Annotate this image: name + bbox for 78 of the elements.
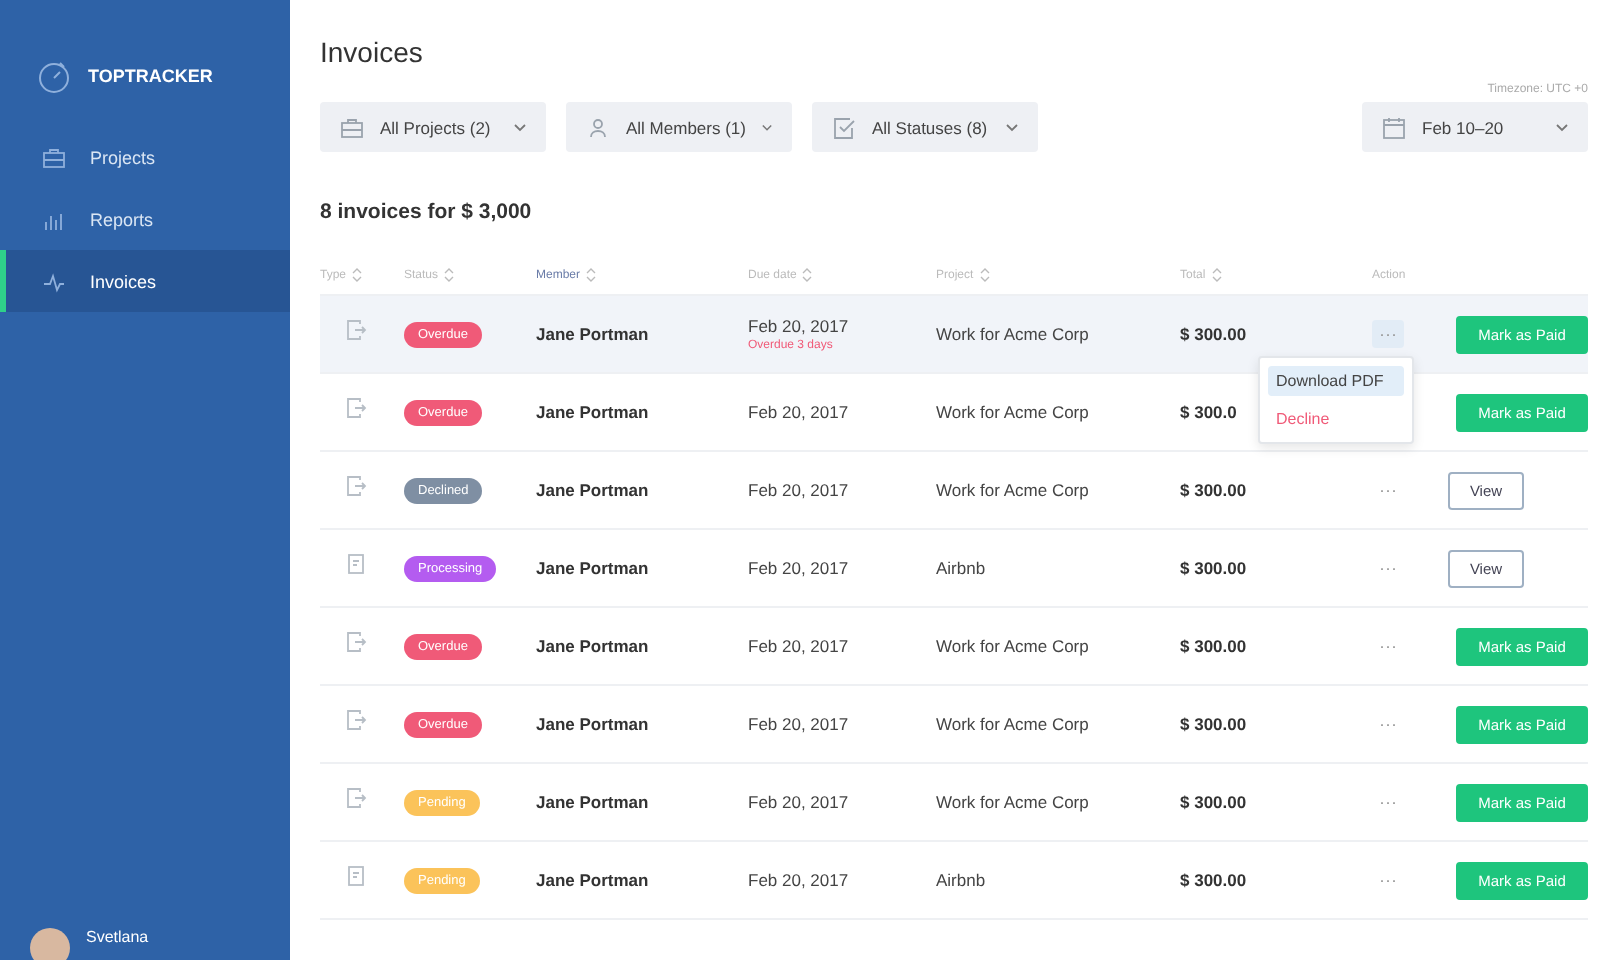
invoice-total: $ 300.00 — [1180, 792, 1247, 812]
invoice-total: $ 300.00 — [1180, 636, 1247, 656]
calendar-icon — [1382, 115, 1406, 139]
member-name: Jane Portman — [536, 558, 651, 578]
more-button[interactable]: ··· — [1372, 476, 1404, 504]
due-date: Feb 20, 2017 — [748, 870, 851, 890]
member-name: Jane Portman — [536, 870, 651, 890]
sort-icon — [802, 268, 813, 282]
invoice-total: $ 300.00 — [1180, 558, 1247, 578]
member-name: Jane Portman — [536, 636, 651, 656]
more-button[interactable]: ··· — [1372, 788, 1404, 816]
user-name: Svetlana — [86, 928, 149, 946]
due-date: Feb 20, 2017 — [748, 402, 851, 422]
briefcase-icon — [42, 145, 66, 169]
invoice-total: $ 300.00 — [1180, 480, 1247, 500]
due-date: Feb 20, 2017 — [748, 714, 851, 734]
member-name: Jane Portman — [536, 402, 651, 422]
document-export-icon — [344, 474, 368, 498]
filter-dropdown[interactable]: All Statuses (8) — [812, 102, 1038, 152]
document-icon — [344, 552, 368, 576]
due-date: Feb 20, 2017 — [748, 792, 851, 812]
member-name: Jane Portman — [536, 792, 651, 812]
sort-icon — [979, 268, 990, 282]
sort-icon — [1211, 268, 1222, 282]
invoice-total: $ 300.00 — [1180, 714, 1247, 734]
invoice-total: $ 300.00 — [1180, 324, 1247, 344]
more-button[interactable]: ··· — [1372, 554, 1404, 582]
invoice-total: $ 300.0 — [1180, 402, 1237, 422]
briefcase-icon — [340, 115, 364, 139]
sort-icon — [444, 268, 455, 282]
sort-icon — [352, 268, 363, 282]
more-button[interactable]: ··· — [1372, 710, 1404, 738]
avatar[interactable] — [30, 928, 70, 960]
menu-item[interactable]: Decline — [1268, 404, 1404, 434]
more-button[interactable]: ··· — [1372, 632, 1404, 660]
document-export-icon — [344, 786, 368, 810]
project-name: Work for Acme Corp — [936, 792, 1091, 812]
sort-icon — [586, 268, 597, 282]
member-name: Jane Portman — [536, 324, 651, 344]
project-name: Work for Acme Corp — [936, 402, 1091, 422]
project-name: Airbnb — [936, 558, 988, 578]
checklist-icon — [832, 115, 856, 139]
due-date: Feb 20, 2017 — [748, 636, 851, 656]
document-export-icon — [344, 396, 368, 420]
chevron-down-icon — [514, 123, 526, 131]
document-export-icon — [344, 630, 368, 654]
invoice-total: $ 300.00 — [1180, 870, 1247, 890]
document-icon — [344, 864, 368, 888]
document-export-icon — [344, 708, 368, 732]
invoice-summary: 8 invoices for $ 3,000 — [320, 200, 534, 224]
filter-dropdown[interactable]: All Members (1) — [566, 102, 792, 152]
member-name: Jane Portman — [536, 714, 651, 734]
chevron-down-icon — [1006, 123, 1018, 131]
sidebar-item[interactable]: Reports — [0, 188, 290, 250]
person-icon — [586, 115, 610, 139]
brand-name: TOPTRACKER — [88, 66, 213, 86]
chevron-down-icon — [761, 123, 772, 131]
due-date: Feb 20, 2017 — [748, 480, 851, 500]
due-date: Feb 20, 2017 — [748, 558, 851, 578]
menu-item[interactable]: Download PDF — [1268, 366, 1404, 396]
document-export-icon — [344, 318, 368, 342]
page-title: Invoices — [320, 36, 425, 68]
sidebar-item[interactable]: Projects — [0, 126, 290, 188]
more-button[interactable]: ··· — [1372, 320, 1404, 348]
more-button[interactable]: ··· — [1372, 866, 1404, 894]
stopwatch-icon — [36, 58, 72, 94]
project-name: Work for Acme Corp — [936, 480, 1091, 500]
pulse-icon — [42, 269, 66, 293]
project-name: Work for Acme Corp — [936, 636, 1091, 656]
sidebar-item[interactable]: Invoices — [0, 250, 290, 312]
project-name: Work for Acme Corp — [936, 714, 1091, 734]
filter-dropdown[interactable]: All Projects (2) — [320, 102, 546, 152]
due-date: Feb 20, 2017 — [748, 316, 851, 336]
project-name: Work for Acme Corp — [936, 324, 1091, 344]
member-name: Jane Portman — [536, 480, 651, 500]
chevron-down-icon — [1556, 123, 1568, 131]
date-range-dropdown[interactable]: Feb 10–20 — [1362, 102, 1588, 152]
project-name: Airbnb — [936, 870, 988, 890]
